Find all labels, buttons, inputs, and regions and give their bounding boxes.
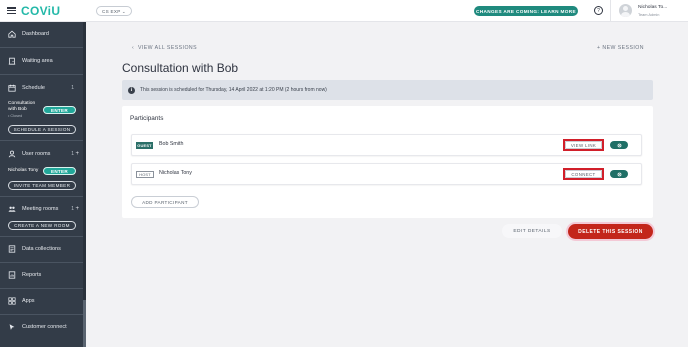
- form-icon: [8, 245, 16, 253]
- sidebar-item-label: User rooms: [22, 151, 51, 157]
- add-user-room-icon[interactable]: +: [75, 151, 79, 157]
- sidebar-item-dashboard[interactable]: Dashboard: [0, 30, 86, 38]
- edit-details-button[interactable]: EDIT DETAILS: [502, 224, 562, 238]
- user-role: Team Admin: [638, 12, 660, 17]
- new-session-label: NEW SESSION: [602, 45, 644, 51]
- user-room-enter-button[interactable]: ENTER: [43, 167, 76, 175]
- sidebar-item-apps[interactable]: Apps: [0, 297, 86, 305]
- hamburger-menu-icon[interactable]: [7, 7, 16, 14]
- sidebar-session-title[interactable]: Consultation with Bob: [8, 101, 38, 113]
- sidebar-item-label: Reports: [22, 272, 42, 278]
- meeting-rooms-count: 1: [71, 206, 74, 212]
- sidebar-item-label: Data collections: [22, 246, 61, 252]
- divider: [0, 140, 86, 141]
- view-all-label: VIEW ALL SESSIONS: [137, 45, 198, 51]
- gear-icon: [617, 143, 621, 147]
- divider: [0, 196, 86, 197]
- participant-settings-button[interactable]: [610, 141, 628, 149]
- view-link-label: VIEW LINK: [565, 141, 602, 149]
- divider: [610, 0, 611, 22]
- door-icon: [8, 57, 16, 65]
- calendar-icon: [8, 84, 16, 92]
- sidebar-item-label: Customer connect: [22, 324, 67, 330]
- sidebar-item-customer-connect[interactable]: Customer connect: [0, 323, 86, 331]
- sidebar-item-label: Schedule: [22, 85, 45, 91]
- new-session-link[interactable]: + NEW SESSION: [597, 45, 644, 51]
- schedule-count: 1: [71, 85, 74, 91]
- invite-team-member-button[interactable]: INVITE TEAM MEMBER: [8, 181, 76, 190]
- session-info-text: This session is scheduled for Thursday, …: [140, 87, 327, 93]
- brand-logo[interactable]: COViU: [21, 4, 60, 18]
- view-all-sessions-link[interactable]: ‹ VIEW ALL SESSIONS: [132, 45, 197, 51]
- sidebar-item-meeting-rooms[interactable]: Meeting rooms 1 +: [0, 205, 86, 213]
- create-room-button[interactable]: CREATE A NEW ROOM: [8, 221, 76, 230]
- participant-row: GUEST Bob Smith VIEW LINK: [131, 134, 642, 156]
- user-name[interactable]: Nicholas To...: [638, 5, 667, 10]
- apps-grid-icon: [8, 297, 16, 305]
- environment-select[interactable]: CS EXP ⌄: [96, 6, 132, 16]
- divider: [0, 47, 86, 48]
- divider: [0, 74, 86, 75]
- add-participant-button[interactable]: ADD PARTICIPANT: [131, 196, 199, 208]
- sidebar-item-data-collections[interactable]: Data collections: [0, 245, 86, 253]
- divider: [0, 288, 86, 289]
- changes-coming-button[interactable]: CHANGES ARE COMING: LEARN MORE: [474, 6, 578, 16]
- participants-card: Participants GUEST Bob Smith VIEW LINK H…: [122, 106, 653, 218]
- user-rooms-count: 1: [71, 151, 74, 157]
- logo-bar: COViU: [0, 0, 86, 22]
- divider: [0, 262, 86, 263]
- sidebar-item-label: Waiting area: [22, 58, 53, 64]
- guest-badge: GUEST: [136, 142, 153, 149]
- participant-row: HOST Nicholas Tony CONNECT: [131, 163, 642, 185]
- sidebar-item-schedule[interactable]: Schedule 1: [0, 84, 86, 92]
- main-content: ‹ VIEW ALL SESSIONS + NEW SESSION Consul…: [86, 22, 688, 347]
- participant-name: Bob Smith: [159, 141, 184, 147]
- sidebar-item-label: Apps: [22, 298, 35, 304]
- environment-value: CS EXP: [102, 8, 121, 14]
- info-icon: i: [128, 86, 135, 94]
- sidebar-item-reports[interactable]: Reports: [0, 271, 86, 279]
- session-info-banner: i This session is scheduled for Thursday…: [122, 80, 653, 100]
- sidebar: COViU Dashboard Waiting area Schedule 1 …: [0, 0, 86, 347]
- connect-button[interactable]: CONNECT: [563, 168, 604, 180]
- group-icon: [8, 205, 16, 213]
- participant-name: Nicholas Tony: [159, 170, 192, 176]
- gear-icon: [617, 172, 621, 176]
- participants-heading: Participants: [130, 115, 164, 122]
- top-bar: CS EXP ⌄ CHANGES ARE COMING: LEARN MORE …: [86, 0, 688, 22]
- sidebar-item-label: Meeting rooms: [22, 206, 59, 212]
- session-enter-button[interactable]: ENTER: [43, 106, 76, 114]
- delete-session-button[interactable]: DELETE THIS SESSION: [568, 224, 653, 239]
- sidebar-user-room-name[interactable]: Nicholas Tony: [8, 168, 38, 174]
- divider: [0, 236, 86, 237]
- add-meeting-room-icon[interactable]: +: [75, 206, 79, 212]
- view-link-button[interactable]: VIEW LINK: [563, 139, 604, 151]
- chevron-down-icon: ⌄: [121, 9, 126, 14]
- user-icon: [8, 150, 16, 158]
- connect-label: CONNECT: [565, 170, 602, 178]
- host-badge: HOST: [136, 171, 154, 178]
- page-title: Consultation with Bob: [122, 61, 239, 75]
- home-icon: [8, 30, 16, 38]
- pointer-icon: [8, 323, 16, 331]
- sidebar-item-user-rooms[interactable]: User rooms 1 +: [0, 150, 86, 158]
- divider: [0, 314, 86, 315]
- help-icon[interactable]: ?: [594, 6, 603, 15]
- sidebar-item-label: Dashboard: [22, 31, 49, 37]
- avatar[interactable]: [619, 4, 632, 17]
- participant-settings-button[interactable]: [610, 170, 628, 178]
- sidebar-item-waiting-area[interactable]: Waiting area: [0, 57, 86, 65]
- schedule-session-button[interactable]: SCHEDULE A SESSION: [8, 125, 76, 134]
- sidebar-session-status: • Closed: [8, 114, 23, 118]
- report-icon: [8, 271, 16, 279]
